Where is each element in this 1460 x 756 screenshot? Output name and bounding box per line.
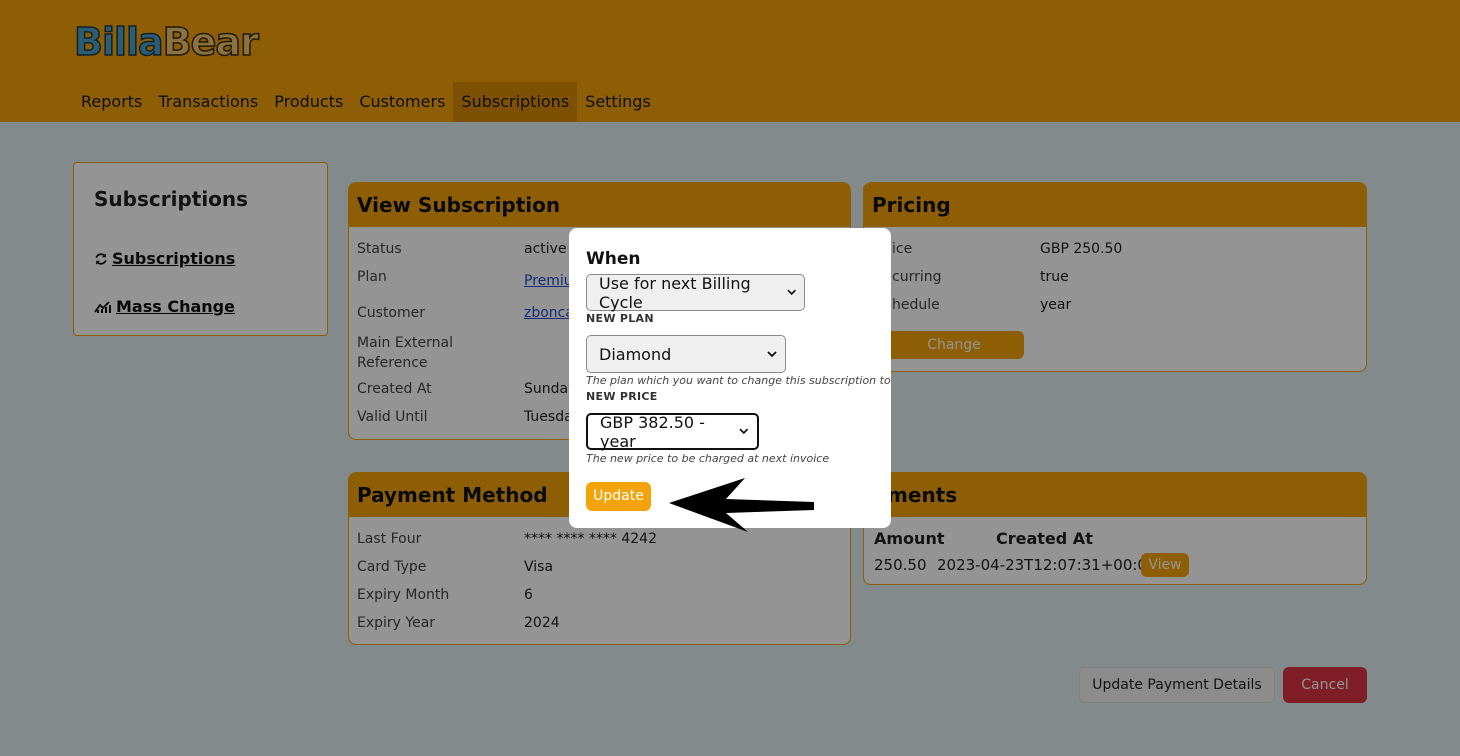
chevron-down-icon xyxy=(786,289,796,296)
new-plan-label: NEW PLAN xyxy=(586,312,654,325)
new-plan-select-value: Diamond xyxy=(599,344,672,364)
when-label: When xyxy=(586,249,641,269)
chevron-down-icon xyxy=(739,428,749,435)
new-plan-select[interactable]: Diamond xyxy=(586,335,786,373)
when-select-value: Use for next Billing Cycle xyxy=(599,273,751,312)
new-price-label: NEW PRICE xyxy=(586,390,658,403)
chevron-down-icon xyxy=(767,350,777,357)
arrow-annotation-icon xyxy=(669,478,814,532)
update-button[interactable]: Update xyxy=(586,482,651,511)
new-plan-help: The plan which you want to change this s… xyxy=(586,374,891,387)
when-select[interactable]: Use for next Billing Cycle xyxy=(586,273,805,312)
new-price-select[interactable]: GBP 382.50 - year xyxy=(586,412,759,451)
new-price-help: The new price to be charged at next invo… xyxy=(586,452,830,465)
new-price-select-value: GBP 382.50 - year xyxy=(600,412,705,451)
